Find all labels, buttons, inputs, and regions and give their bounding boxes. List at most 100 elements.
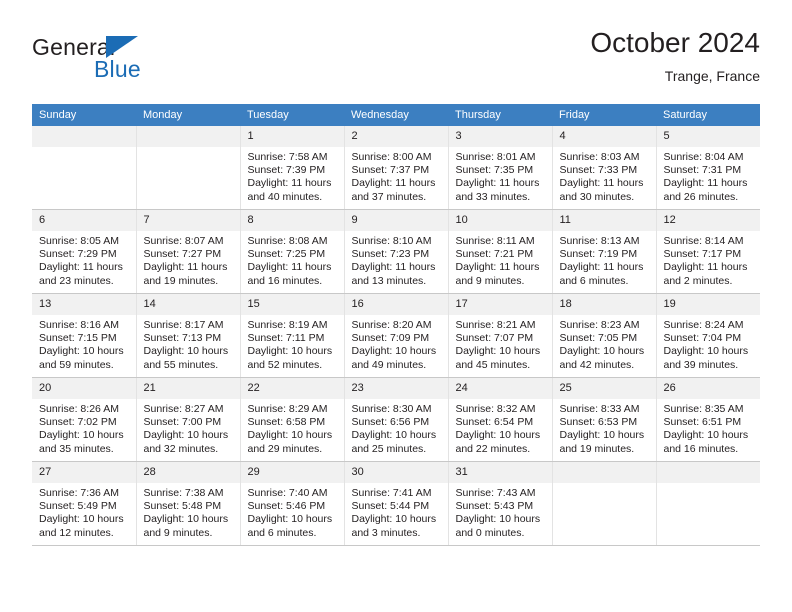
sunset-text: Sunset: 6:56 PM <box>351 416 430 429</box>
calendar-week-row: 27 Sunrise: 7:36 AM Sunset: 5:49 PM Dayligh… <box>32 461 760 546</box>
day-number: 7 <box>136 210 240 231</box>
calendar-day-cell[interactable]: 13 Sunrise: 8:16 AM Sunset: 7:15 PM Dayligh… <box>32 293 137 378</box>
calendar-day-cell[interactable]: 16 Sunrise: 8:20 AM Sunset: 7:09 PM Dayligh… <box>343 293 449 378</box>
sunset-text: Sunset: 7:07 PM <box>455 332 534 345</box>
calendar-day-cell[interactable]: 27 Sunrise: 7:36 AM Sunset: 5:49 PM Dayligh… <box>32 461 137 546</box>
day-details: Sunrise: 8:21 AM Sunset: 7:07 PM Daylight:… <box>449 315 552 372</box>
day-details: Sunrise: 8:14 AM Sunset: 7:17 PM Daylight:… <box>657 231 761 288</box>
weekday-header-thursday: Thursday <box>448 104 552 126</box>
calendar-day-cell[interactable]: 23 Sunrise: 8:30 AM Sunset: 6:56 PM Dayligh… <box>343 377 449 462</box>
sunset-text: Sunset: 7:00 PM <box>143 416 222 429</box>
daylight-text: Daylight: 11 hours and 30 minutes. <box>559 177 644 203</box>
sunrise-text: Sunrise: 8:23 AM <box>559 319 640 331</box>
sunset-text: Sunset: 7:15 PM <box>39 332 117 345</box>
sunset-text: Sunset: 5:48 PM <box>143 500 222 513</box>
sunset-text: Sunset: 7:39 PM <box>247 164 326 177</box>
calendar-cell-empty <box>655 461 760 546</box>
day-details: Sunrise: 7:40 AM Sunset: 5:46 PM Daylight:… <box>241 483 344 540</box>
calendar-day-cell[interactable]: 6 Sunrise: 8:05 AM Sunset: 7:29 PM Daylight… <box>32 209 137 294</box>
sunrise-text: Sunrise: 8:08 AM <box>247 235 328 247</box>
calendar-day-cell[interactable]: 24 Sunrise: 8:32 AM Sunset: 6:54 PM Dayligh… <box>447 377 553 462</box>
day-details: Sunrise: 8:30 AM Sunset: 6:56 PM Daylight:… <box>345 399 448 456</box>
daylight-text: Daylight: 11 hours and 2 minutes. <box>663 261 748 287</box>
calendar-day-cell[interactable]: 17 Sunrise: 8:21 AM Sunset: 7:07 PM Dayligh… <box>447 293 553 378</box>
calendar-day-cell[interactable]: 14 Sunrise: 8:17 AM Sunset: 7:13 PM Dayligh… <box>135 293 241 378</box>
calendar-day-cell[interactable]: 29 Sunrise: 7:40 AM Sunset: 5:46 PM Dayligh… <box>239 461 345 546</box>
calendar-day-cell[interactable]: 20 Sunrise: 8:26 AM Sunset: 7:02 PM Dayligh… <box>32 377 137 462</box>
daylight-text: Daylight: 10 hours and 25 minutes. <box>351 429 437 455</box>
day-number: 29 <box>240 462 344 483</box>
sunrise-text: Sunrise: 8:21 AM <box>455 319 536 331</box>
sunrise-text: Sunrise: 7:40 AM <box>247 487 328 499</box>
day-details: Sunrise: 8:10 AM Sunset: 7:23 PM Daylight:… <box>345 231 448 288</box>
calendar-day-cell[interactable]: 5 Sunrise: 8:04 AM Sunset: 7:31 PM Daylight… <box>655 126 760 210</box>
daylight-text: Daylight: 10 hours and 29 minutes. <box>247 429 333 455</box>
calendar-day-cell[interactable]: 8 Sunrise: 8:08 AM Sunset: 7:25 PM Daylight… <box>239 209 345 294</box>
daylight-text: Daylight: 10 hours and 3 minutes. <box>351 513 437 539</box>
calendar-cell-empty <box>32 126 137 210</box>
day-number: 25 <box>552 378 656 399</box>
sunrise-text: Sunrise: 8:05 AM <box>39 235 119 247</box>
day-details: Sunrise: 7:36 AM Sunset: 5:49 PM Daylight:… <box>32 483 136 540</box>
day-details: Sunrise: 8:01 AM Sunset: 7:35 PM Daylight:… <box>449 147 552 204</box>
daylight-text: Daylight: 11 hours and 9 minutes. <box>455 261 540 287</box>
daylight-text: Daylight: 11 hours and 40 minutes. <box>247 177 332 203</box>
daylight-text: Daylight: 11 hours and 37 minutes. <box>351 177 436 203</box>
day-number: 17 <box>448 294 552 315</box>
sunrise-text: Sunrise: 7:41 AM <box>351 487 432 499</box>
calendar-day-cell[interactable]: 1 Sunrise: 7:58 AM Sunset: 7:39 PM Daylight… <box>239 126 345 210</box>
calendar-day-cell[interactable]: 31 Sunrise: 7:43 AM Sunset: 5:43 PM Dayligh… <box>447 461 553 546</box>
sunrise-text: Sunrise: 8:07 AM <box>143 235 224 247</box>
daylight-text: Daylight: 11 hours and 33 minutes. <box>455 177 540 203</box>
calendar-day-cell[interactable]: 15 Sunrise: 8:19 AM Sunset: 7:11 PM Dayligh… <box>239 293 345 378</box>
day-number: 31 <box>448 462 552 483</box>
day-number: 11 <box>552 210 656 231</box>
daylight-text: Daylight: 10 hours and 49 minutes. <box>351 345 437 371</box>
daylight-text: Daylight: 10 hours and 0 minutes. <box>455 513 541 539</box>
daylight-text: Daylight: 10 hours and 22 minutes. <box>455 429 541 455</box>
daylight-text: Daylight: 11 hours and 19 minutes. <box>143 261 228 287</box>
calendar-week-row: 6 Sunrise: 8:05 AM Sunset: 7:29 PM Daylight… <box>32 209 761 294</box>
calendar-day-cell[interactable]: 11 Sunrise: 8:13 AM Sunset: 7:19 PM Dayligh… <box>551 209 657 294</box>
calendar-day-cell[interactable]: 19 Sunrise: 8:24 AM Sunset: 7:04 PM Dayligh… <box>655 293 760 378</box>
calendar-day-cell[interactable]: 22 Sunrise: 8:29 AM Sunset: 6:58 PM Dayligh… <box>239 377 345 462</box>
daylight-text: Daylight: 10 hours and 6 minutes. <box>247 513 333 539</box>
calendar-day-cell[interactable]: 26 Sunrise: 8:35 AM Sunset: 6:51 PM Dayligh… <box>655 377 760 462</box>
sunrise-text: Sunrise: 8:19 AM <box>247 319 328 331</box>
day-number: 16 <box>344 294 448 315</box>
calendar-day-cell[interactable]: 10 Sunrise: 8:11 AM Sunset: 7:21 PM Dayligh… <box>447 209 553 294</box>
title-block: October 2024 Trange, France <box>590 26 760 86</box>
calendar-day-cell[interactable]: 3 Sunrise: 8:01 AM Sunset: 7:35 PM Daylight… <box>447 126 553 210</box>
calendar-cell-empty <box>135 126 241 210</box>
calendar-day-cell[interactable]: 30 Sunrise: 7:41 AM Sunset: 5:44 PM Dayligh… <box>343 461 449 546</box>
sunset-text: Sunset: 7:05 PM <box>559 332 638 345</box>
day-number: 19 <box>656 294 760 315</box>
daylight-text: Daylight: 10 hours and 59 minutes. <box>39 345 124 371</box>
calendar-day-cell[interactable]: 4 Sunrise: 8:03 AM Sunset: 7:33 PM Daylight… <box>551 126 657 210</box>
sunrise-text: Sunrise: 8:30 AM <box>351 403 432 415</box>
sunrise-text: Sunrise: 8:26 AM <box>39 403 119 415</box>
calendar-day-cell[interactable]: 25 Sunrise: 8:33 AM Sunset: 6:53 PM Dayligh… <box>551 377 657 462</box>
weekday-header-saturday: Saturday <box>656 104 760 126</box>
calendar-day-cell[interactable]: 2 Sunrise: 8:00 AM Sunset: 7:37 PM Daylight… <box>343 126 449 210</box>
brand-logo[interactable]: General Blue <box>32 34 252 90</box>
day-number-placeholder <box>552 462 656 483</box>
day-number: 26 <box>656 378 760 399</box>
daylight-text: Daylight: 10 hours and 9 minutes. <box>143 513 229 539</box>
triangle-icon <box>106 36 138 58</box>
day-details: Sunrise: 8:13 AM Sunset: 7:19 PM Daylight:… <box>553 231 656 288</box>
calendar-day-cell[interactable]: 18 Sunrise: 8:23 AM Sunset: 7:05 PM Dayligh… <box>551 293 657 378</box>
sunset-text: Sunset: 7:19 PM <box>559 248 638 261</box>
day-number: 28 <box>136 462 240 483</box>
sunrise-text: Sunrise: 8:32 AM <box>455 403 536 415</box>
calendar-day-cell[interactable]: 9 Sunrise: 8:10 AM Sunset: 7:23 PM Daylight… <box>343 209 449 294</box>
day-details: Sunrise: 8:27 AM Sunset: 7:00 PM Daylight:… <box>137 399 240 456</box>
day-number: 1 <box>240 126 344 147</box>
calendar-day-cell[interactable]: 7 Sunrise: 8:07 AM Sunset: 7:27 PM Daylight… <box>135 209 241 294</box>
sunrise-text: Sunrise: 8:13 AM <box>559 235 640 247</box>
calendar-day-cell[interactable]: 21 Sunrise: 8:27 AM Sunset: 7:00 PM Dayligh… <box>135 377 241 462</box>
weekday-header-wednesday: Wednesday <box>344 104 448 126</box>
calendar-day-cell[interactable]: 12 Sunrise: 8:14 AM Sunset: 7:17 PM Dayligh… <box>655 209 761 294</box>
calendar-day-cell[interactable]: 28 Sunrise: 7:38 AM Sunset: 5:48 PM Dayligh… <box>135 461 241 546</box>
day-number: 24 <box>448 378 552 399</box>
